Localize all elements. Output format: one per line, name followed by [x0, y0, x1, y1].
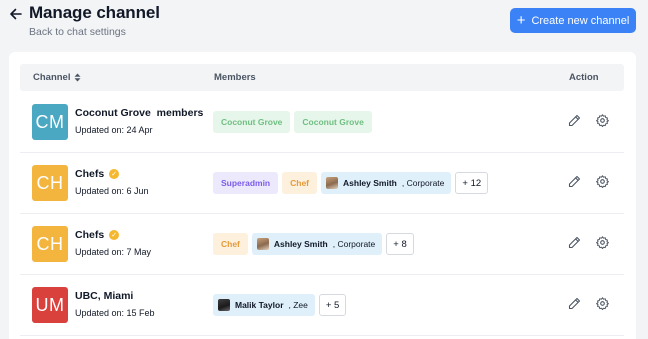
gear-icon[interactable] [596, 297, 609, 310]
pencil-icon[interactable] [568, 236, 581, 249]
column-header-action: Action [569, 72, 599, 83]
channel-name[interactable]: Chefs ✓ [75, 229, 120, 241]
gear-icon[interactable] [596, 175, 609, 188]
member-avatar [256, 238, 269, 250]
members-list: Chef Ashley Smith , Corporate + 8 [213, 233, 414, 255]
channel-name-text: Chefs [75, 168, 105, 180]
member-avatar [218, 299, 230, 311]
create-new-channel-label: Create new channel [531, 14, 630, 27]
channel-updated: Updated on: 15 Feb [75, 308, 155, 318]
row-actions [568, 236, 609, 249]
members-list: Coconut Grove Coconut Grove [213, 111, 372, 133]
channel-table-card: Channel Members Action CM Coconut Grove … [9, 52, 636, 339]
member-tag: Chef [282, 172, 318, 194]
more-members-button[interactable]: + 12 [455, 172, 489, 194]
more-members-button[interactable]: + 8 [386, 233, 414, 255]
channel-updated: Updated on: 24 Apr [75, 125, 153, 135]
channel-name-text: Chefs [75, 229, 105, 241]
pencil-icon[interactable] [568, 114, 581, 127]
table-row: CH Chefs ✓ Updated on: 6 Jun Superadmin … [20, 153, 624, 214]
plus-icon: + [516, 11, 526, 29]
member-tag: Superadmin [213, 172, 279, 194]
member-avatar [326, 177, 339, 189]
sort-icon[interactable] [74, 73, 81, 82]
channel-name[interactable]: UBC, Miami [75, 290, 133, 302]
table-row: UM UBC, Miami Updated on: 15 Feb Malik T… [20, 275, 624, 336]
channel-avatar: CH [32, 226, 68, 262]
member-tag: Chef [213, 233, 248, 255]
gear-icon[interactable] [596, 236, 609, 249]
table-row: CM Coconut Grove members Updated on: 24 … [20, 92, 624, 153]
channel-updated: Updated on: 7 May [75, 247, 152, 257]
member-role: , Zee [288, 300, 308, 310]
row-actions [568, 175, 609, 188]
verified-badge-icon: ✓ [109, 169, 120, 179]
column-header-members: Members [214, 72, 256, 83]
table-header: Channel Members Action [20, 64, 624, 91]
page-title: Manage channel [29, 3, 160, 22]
channel-avatar: CH [32, 165, 68, 201]
member-person-tag: Ashley Smith , Corporate [321, 172, 452, 194]
channel-name[interactable]: Coconut Grove members [75, 107, 203, 119]
pencil-icon[interactable] [568, 175, 581, 188]
channel-avatar: UM [32, 287, 68, 323]
create-new-channel-button[interactable]: + Create new channel [510, 8, 636, 33]
member-name: Ashley Smith [273, 239, 328, 249]
column-header-channel-label: Channel [33, 72, 71, 83]
member-role: , Corporate [401, 178, 445, 188]
channel-avatar: CM [32, 104, 68, 140]
gear-icon[interactable] [596, 114, 609, 127]
member-person-tag: Ashley Smith , Corporate [251, 233, 383, 255]
pencil-icon[interactable] [568, 297, 581, 310]
row-actions [568, 297, 609, 310]
channel-updated: Updated on: 6 Jun [75, 186, 149, 196]
channel-name-text: Coconut Grove members [75, 107, 204, 119]
member-name: Ashley Smith [343, 178, 397, 188]
table-row: CH Chefs ✓ Updated on: 7 May Chef Ashley… [20, 214, 624, 275]
column-header-channel[interactable]: Channel [33, 72, 81, 83]
members-list: Superadmin Chef Ashley Smith , Corporate… [213, 172, 489, 194]
member-role: , Corporate [332, 239, 376, 249]
member-tag: Coconut Grove [294, 111, 372, 133]
member-tag: Coconut Grove [213, 111, 291, 133]
back-to-chat-settings-link[interactable]: Back to chat settings [29, 26, 126, 38]
member-person-tag: Malik Taylor , Zee [213, 294, 315, 316]
more-members-button[interactable]: + 5 [318, 294, 347, 316]
row-actions [568, 114, 609, 127]
channel-name-text: UBC, Miami [75, 290, 134, 302]
member-name: Malik Taylor [235, 300, 284, 310]
verified-badge-icon: ✓ [109, 230, 120, 240]
channel-name[interactable]: Chefs ✓ [75, 168, 120, 180]
manage-channel-page: Manage channel Back to chat settings + C… [0, 0, 648, 339]
arrow-left-icon[interactable] [8, 6, 24, 22]
members-list: Malik Taylor , Zee + 5 [213, 294, 347, 316]
